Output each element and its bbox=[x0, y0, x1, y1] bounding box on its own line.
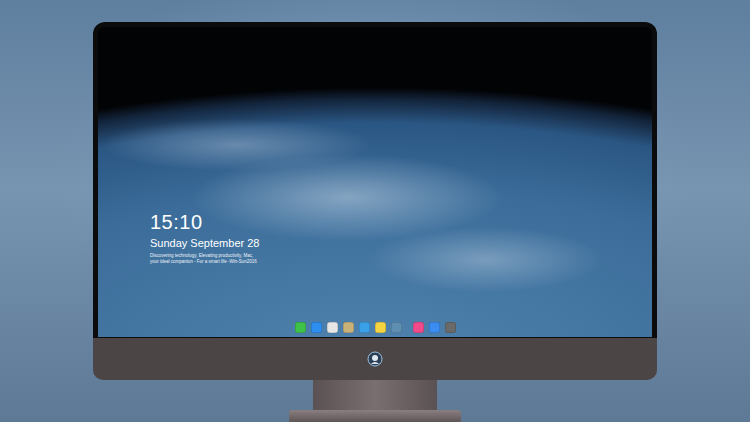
dock-app-icon[interactable] bbox=[375, 322, 386, 333]
stand-base bbox=[289, 410, 461, 422]
dock-app-icon[interactable] bbox=[343, 322, 354, 333]
monitor-chin bbox=[93, 338, 657, 380]
monitor-stand bbox=[289, 380, 461, 422]
dock-app-icon[interactable] bbox=[359, 322, 370, 333]
date: Sunday September 28 bbox=[150, 236, 652, 250]
desktop-background: 15:10 Sunday September 28 Discovering tech… bbox=[0, 0, 750, 422]
dock-app-icon[interactable] bbox=[429, 322, 440, 333]
dock-app-icon[interactable] bbox=[311, 322, 322, 333]
dock-app-icon[interactable] bbox=[295, 322, 306, 333]
dock-app-icon[interactable] bbox=[327, 322, 338, 333]
monitor-bezel: 15:10 Sunday September 28 Discovering tech… bbox=[93, 22, 657, 338]
stand-neck bbox=[313, 380, 437, 410]
clock: 15:10 bbox=[150, 211, 652, 233]
dock-app-icon[interactable] bbox=[391, 322, 402, 333]
tagline-line: your ideal companion - For a smart life … bbox=[150, 259, 652, 265]
lock-screen: 15:10 Sunday September 28 Discovering tech… bbox=[98, 27, 652, 337]
tagline-line: Discovering technology, Elevating produc… bbox=[150, 253, 652, 259]
dock bbox=[98, 322, 652, 333]
tagline: Discovering technology, Elevating produc… bbox=[150, 253, 652, 265]
dock-app-icon[interactable] bbox=[413, 322, 424, 333]
dock-app-icon[interactable] bbox=[445, 322, 456, 333]
logo-icon bbox=[367, 351, 383, 367]
